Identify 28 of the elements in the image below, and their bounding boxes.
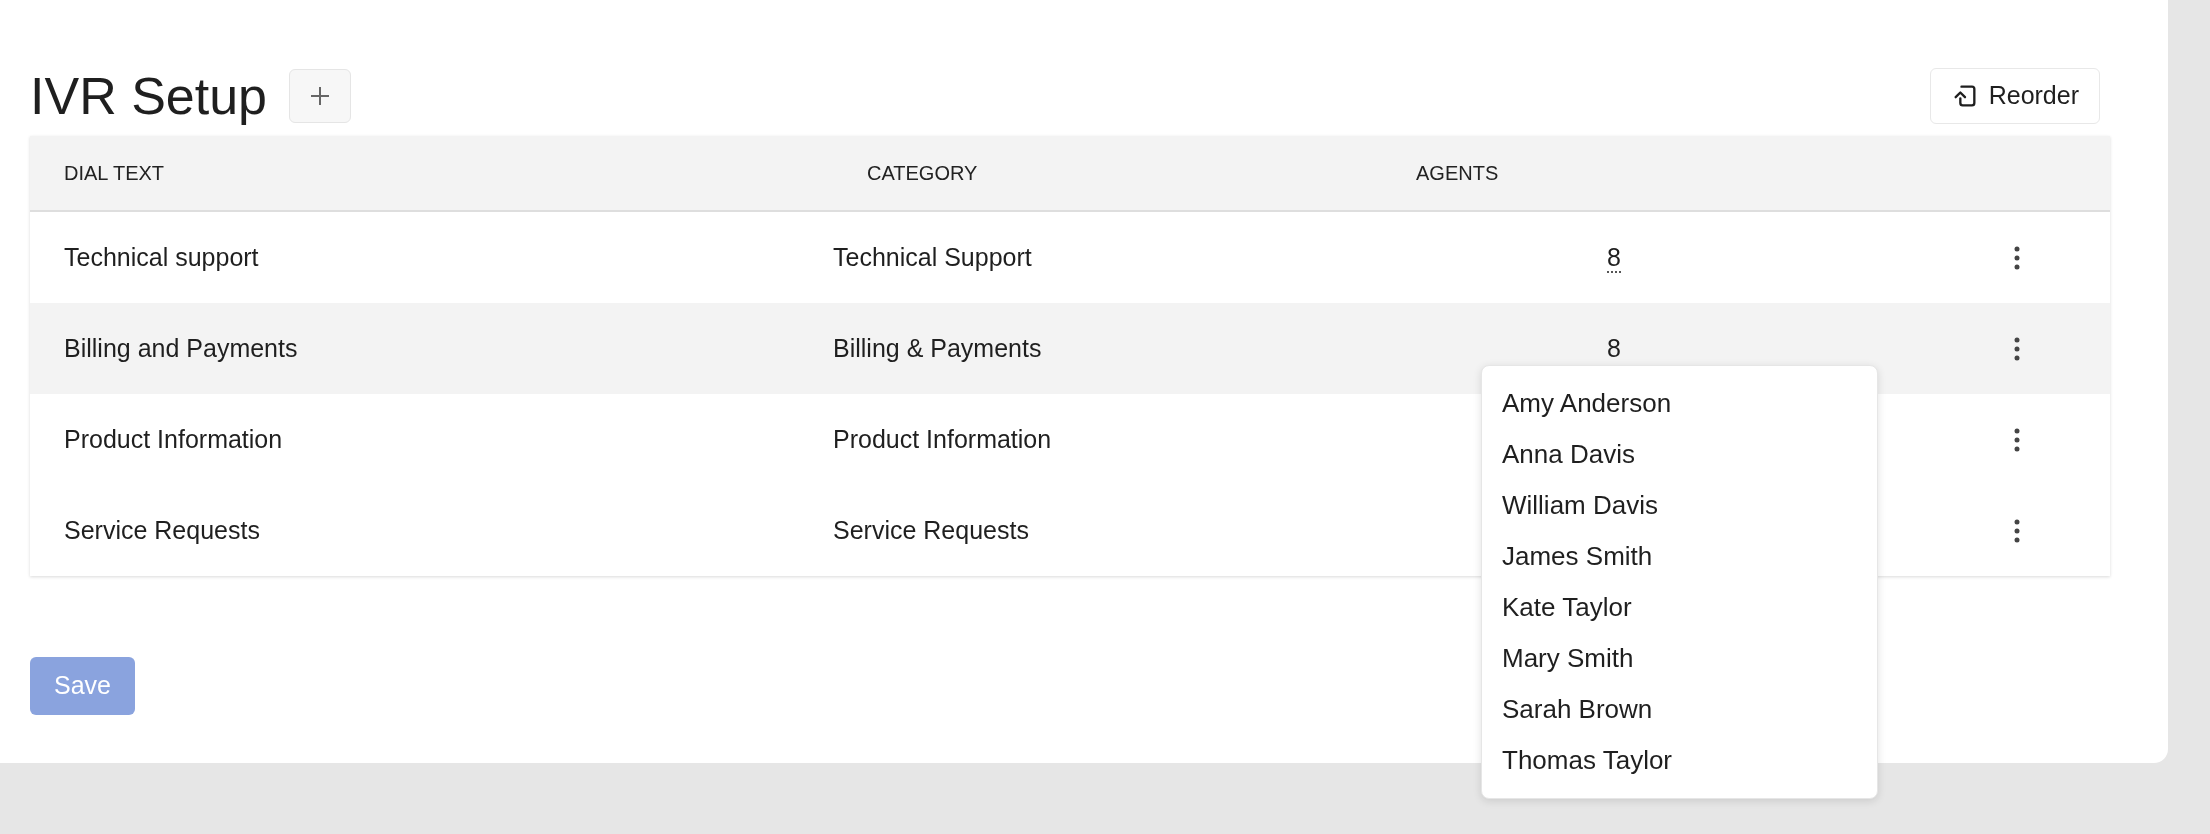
category-cell: Technical Support	[833, 242, 1032, 271]
dial-text-cell: Technical support	[64, 242, 259, 271]
category-cell: Service Requests	[833, 515, 1029, 544]
reorder-button[interactable]: Reorder	[1929, 68, 2100, 124]
dial-text-cell: Billing and Payments	[64, 333, 298, 362]
agent-name: Anna Davis	[1502, 438, 1636, 471]
plus-icon	[309, 85, 332, 107]
agents-count[interactable]: 8	[1607, 242, 1621, 273]
agent-name: Kate Taylor	[1502, 591, 1633, 624]
column-header: CATEGORY	[867, 161, 979, 186]
more-vertical-icon	[2014, 336, 2020, 361]
more-vertical-icon	[2014, 518, 2020, 543]
agent-name: Thomas Taylor	[1502, 744, 1674, 777]
agent-name: Mary Smith	[1502, 642, 1635, 675]
dial-text-cell: Product Information	[64, 424, 283, 453]
category-cell: Product Information	[833, 424, 1052, 453]
more-vertical-icon	[2014, 427, 2020, 452]
column-header: AGENTS	[1416, 161, 1499, 186]
agent-name: James Smith	[1502, 540, 1654, 573]
category-cell: Billing & Payments	[833, 333, 1042, 362]
table-row[interactable]: Technical support Technical Support 8	[30, 212, 2110, 303]
agent-name: William Davis	[1502, 489, 1659, 522]
dial-text-cell: Service Requests	[64, 515, 260, 544]
agents-count[interactable]: 8	[1607, 333, 1621, 362]
table-row[interactable]: Billing and Payments Billing & Payments 8	[30, 303, 2110, 394]
column-header: DIAL TEXT	[64, 161, 166, 186]
agent-name: Sarah Brown	[1502, 693, 1654, 726]
more-vertical-icon	[2014, 245, 2020, 270]
